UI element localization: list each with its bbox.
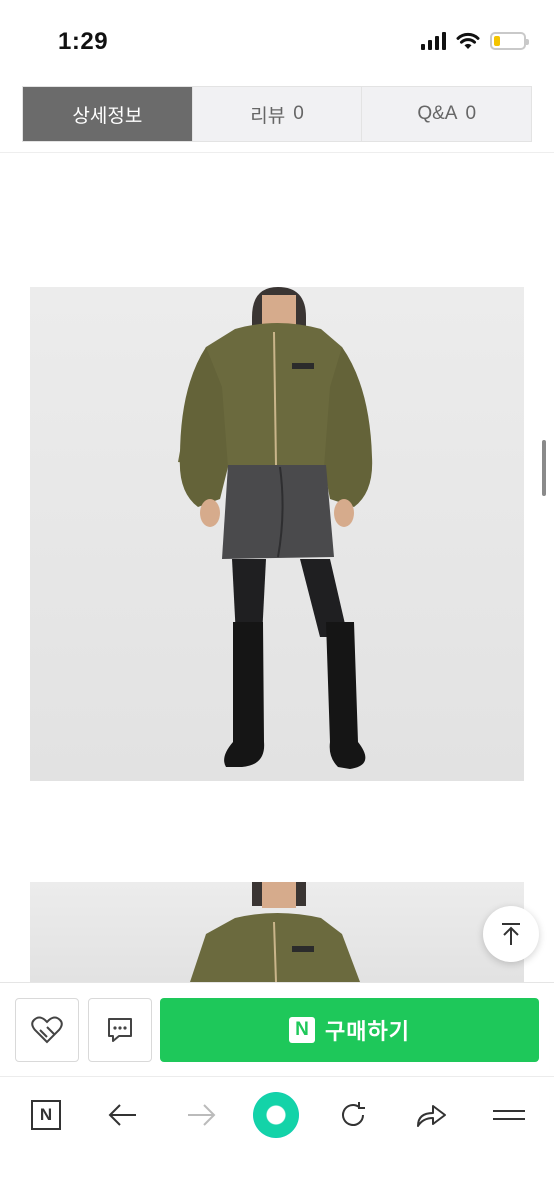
naver-home-label: N <box>31 1100 61 1130</box>
tab-count: 0 <box>293 103 304 124</box>
reload-glyph <box>342 1102 365 1126</box>
green-dot-icon[interactable] <box>251 1092 301 1138</box>
tab-reviews[interactable]: 리뷰 0 <box>191 87 362 141</box>
share-icon[interactable] <box>406 1093 456 1137</box>
heart-plus-icon <box>31 1016 63 1044</box>
battery-icon <box>490 32 529 50</box>
naver-home-icon[interactable]: N <box>21 1093 71 1137</box>
tab-label: 상세정보 <box>72 105 143 127</box>
tab-qna[interactable]: Q&A 0 <box>361 87 532 141</box>
model-photo-full <box>178 287 373 769</box>
arrow-up-to-top-icon <box>502 923 520 945</box>
battery-level <box>494 36 500 46</box>
reload-icon[interactable] <box>328 1093 378 1137</box>
buy-button-label: 구매하기 <box>325 1019 410 1044</box>
tabs-divider <box>0 152 554 153</box>
wifi-icon <box>456 32 480 49</box>
browser-toolbar: N <box>0 1076 554 1200</box>
tab-count: 0 <box>465 103 477 124</box>
status-time: 1:29 <box>58 28 109 55</box>
tab-label: Q&A <box>417 103 458 124</box>
product-detail-page: 1:29 상세정보 리뷰 0 Q&A 0 N 구매하기 N <box>0 0 554 1200</box>
tab-label: 리뷰 <box>250 105 286 127</box>
menu-icon[interactable] <box>484 1093 534 1137</box>
wishlist-button[interactable] <box>15 998 79 1062</box>
model-photo-cropped <box>190 882 360 982</box>
forward-arrow-icon[interactable] <box>176 1093 226 1137</box>
back-arrow-glyph <box>108 1104 136 1126</box>
back-arrow-icon[interactable] <box>98 1093 148 1137</box>
share-glyph <box>417 1105 446 1127</box>
green-dot-circle <box>253 1092 299 1138</box>
scroll-indicator[interactable] <box>542 440 546 496</box>
product-image-2 <box>30 882 524 982</box>
product-image-1 <box>30 287 524 781</box>
purchase-bar: N 구매하기 <box>0 982 554 1076</box>
menu-glyph <box>493 1110 525 1120</box>
buy-button[interactable]: N 구매하기 <box>160 998 539 1062</box>
tab-detail-info[interactable]: 상세정보 <box>23 87 192 141</box>
status-icons <box>421 32 529 50</box>
chat-icon <box>108 1018 132 1042</box>
detail-tabs: 상세정보 리뷰 0 Q&A 0 <box>22 86 532 142</box>
scroll-to-top-button[interactable] <box>483 906 539 962</box>
naver-pay-badge: N <box>289 1017 316 1043</box>
chat-button[interactable] <box>88 998 152 1062</box>
signal-icon <box>421 32 446 50</box>
forward-arrow-glyph <box>188 1104 216 1126</box>
status-bar: 1:29 <box>0 0 554 80</box>
